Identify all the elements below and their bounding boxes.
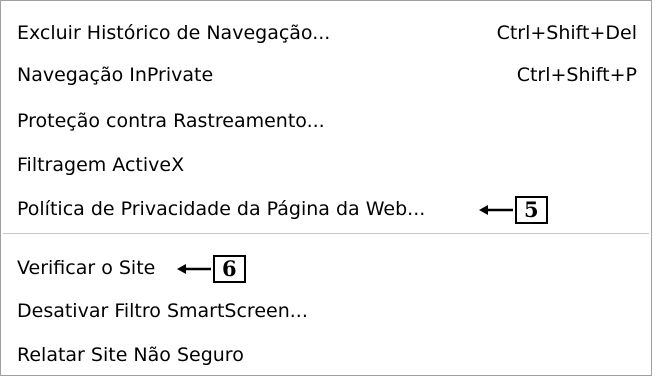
menu-item-label: Verificar o Site bbox=[17, 257, 156, 279]
callout-5: 5 bbox=[479, 196, 548, 224]
menu-item-tracking-protection[interactable]: Proteção contra Rastreamento... bbox=[1, 100, 651, 142]
menu-item-shortcut: Ctrl+Shift+P bbox=[516, 64, 637, 86]
menu-separator bbox=[3, 233, 649, 235]
menu-item-report-unsafe-website[interactable]: Relatar Site Não Seguro bbox=[1, 334, 651, 376]
context-menu: Excluir Histórico de Navegação... Ctrl+S… bbox=[0, 0, 652, 376]
menu-item-check-website[interactable]: Verificar o Site bbox=[1, 247, 651, 289]
callout-number-badge: 6 bbox=[213, 255, 246, 283]
menu-item-label: Proteção contra Rastreamento... bbox=[17, 110, 325, 132]
menu-item-label: Relatar Site Não Seguro bbox=[17, 344, 244, 366]
left-arrow-icon bbox=[177, 264, 211, 274]
menu-item-webpage-privacy-policy[interactable]: Política de Privacidade da Página da Web… bbox=[1, 188, 651, 230]
callout-6: 6 bbox=[177, 255, 246, 283]
callout-number-badge: 5 bbox=[515, 196, 548, 224]
menu-item-label: Política de Privacidade da Página da Web… bbox=[17, 198, 426, 220]
menu-item-label: Desativar Filtro SmartScreen... bbox=[17, 300, 308, 322]
menu-item-activex-filtering[interactable]: Filtragem ActiveX bbox=[1, 144, 651, 186]
menu-item-label: Filtragem ActiveX bbox=[17, 154, 185, 176]
menu-item-delete-browsing-history[interactable]: Excluir Histórico de Navegação... Ctrl+S… bbox=[1, 12, 651, 54]
menu-item-turn-off-smartscreen[interactable]: Desativar Filtro SmartScreen... bbox=[1, 290, 651, 332]
menu-item-inprivate-browsing[interactable]: Navegação InPrivate Ctrl+Shift+P bbox=[1, 54, 651, 96]
left-arrow-icon bbox=[479, 205, 513, 215]
menu-item-label: Excluir Histórico de Navegação... bbox=[17, 22, 331, 44]
menu-item-shortcut: Ctrl+Shift+Del bbox=[496, 22, 637, 44]
menu-item-label: Navegação InPrivate bbox=[17, 64, 214, 86]
